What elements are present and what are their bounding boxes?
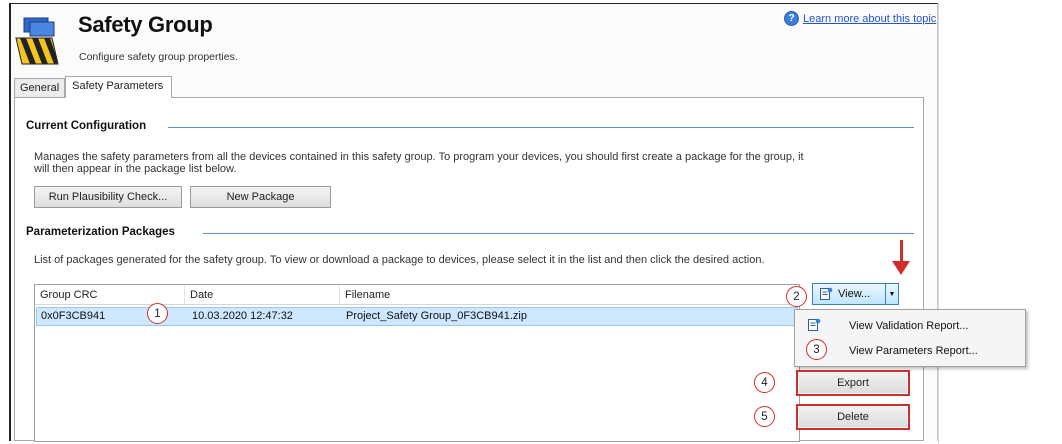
column-group-crc[interactable]: Group CRC xyxy=(35,285,185,305)
window-divider xyxy=(938,3,939,444)
document-report-icon xyxy=(820,287,833,300)
help-link-group[interactable]: ? Learn more about this topic xyxy=(784,11,936,26)
current-configuration-description-line1: Manages the safety parameters from all t… xyxy=(34,151,804,163)
menu-item-label: View Validation Report... xyxy=(849,320,969,332)
list-header: Group CRC Date Filename xyxy=(35,285,799,305)
tab-general[interactable]: General xyxy=(14,78,66,98)
current-configuration-description-line2: will then appear in the package list bel… xyxy=(34,163,237,175)
menu-item-view-parameters-report[interactable]: View Parameters Report... xyxy=(795,340,1025,362)
help-link[interactable]: Learn more about this topic xyxy=(803,13,936,25)
dropdown-arrow-icon[interactable]: ▼ xyxy=(886,283,899,305)
view-button-label: View... xyxy=(838,288,871,300)
section-divider xyxy=(203,233,914,234)
step-marker-1: 1 xyxy=(147,303,168,324)
view-split-button[interactable]: View... ▼ xyxy=(812,283,899,305)
tab-safety-parameters[interactable]: Safety Parameters xyxy=(65,76,173,98)
current-configuration-heading: Current Configuration xyxy=(26,120,147,132)
section-divider xyxy=(168,127,914,128)
column-date[interactable]: Date xyxy=(185,285,340,305)
new-package-button[interactable]: New Package xyxy=(190,186,331,208)
step-marker-4: 4 xyxy=(754,372,775,393)
down-arrow-indicator-head xyxy=(892,261,910,275)
help-icon[interactable]: ? xyxy=(784,11,799,26)
column-filename[interactable]: Filename xyxy=(340,285,798,305)
view-button[interactable]: View... xyxy=(812,283,886,305)
menu-item-view-validation-report[interactable]: View Validation Report... xyxy=(795,315,1025,337)
delete-button[interactable]: Delete xyxy=(796,404,910,430)
tab-strip: General Safety Parameters xyxy=(14,76,173,98)
down-arrow-indicator xyxy=(900,240,903,262)
safety-group-icon xyxy=(15,17,59,65)
cell-group-crc: 0x0F3CB941 xyxy=(41,310,106,322)
page-subtitle: Configure safety group properties. xyxy=(79,51,238,63)
document-report-icon xyxy=(808,318,821,331)
view-dropdown-menu: View Validation Report... View Parameter… xyxy=(794,309,1026,367)
cell-date: 10.03.2020 12:47:32 xyxy=(192,310,293,322)
step-marker-5: 5 xyxy=(754,406,775,427)
export-button[interactable]: Export xyxy=(796,370,910,396)
step-marker-3: 3 xyxy=(806,339,827,360)
menu-item-label: View Parameters Report... xyxy=(849,345,978,357)
cell-filename: Project_Safety Group_0F3CB941.zip xyxy=(346,310,527,322)
page-title: Safety Group xyxy=(78,12,213,37)
parameterization-packages-heading: Parameterization Packages xyxy=(26,226,175,238)
run-plausibility-check-button[interactable]: Run Plausibility Check... xyxy=(34,186,182,208)
packages-description: List of packages generated for the safet… xyxy=(34,254,765,266)
step-marker-2: 2 xyxy=(786,286,807,307)
